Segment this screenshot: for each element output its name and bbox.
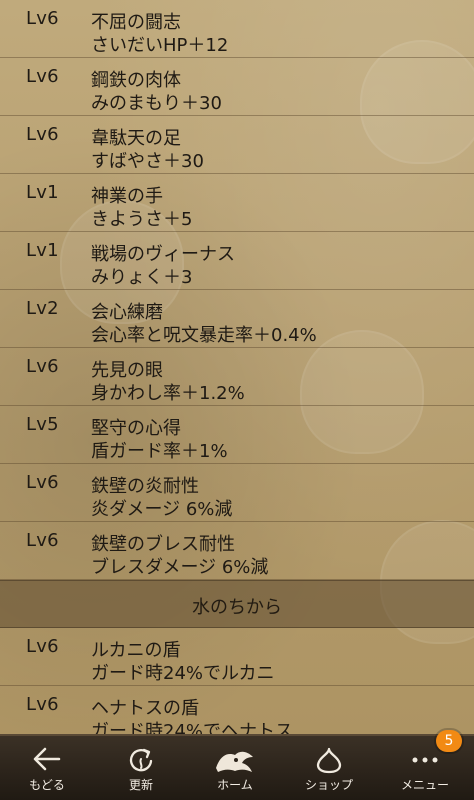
- nav-shop-button[interactable]: ショップ: [282, 736, 376, 800]
- nav-back-label: もどる: [29, 778, 65, 792]
- home-dragon-icon: [216, 751, 253, 772]
- skill-list-panel: Lv6 不屈の闘志 さいだいHP＋12 Lv6 鋼鉄の肉体 みのまもり＋30 L…: [0, 0, 474, 734]
- back-arrow-icon: [33, 747, 61, 771]
- skill-level: Lv6: [26, 66, 59, 87]
- skill-row: Lv2 会心練磨 会心率と呪文暴走率＋0.4%: [0, 290, 474, 348]
- skill-level: Lv6: [26, 124, 59, 145]
- skill-row: Lv5 堅守の心得 盾ガード率＋1%: [0, 406, 474, 464]
- skill-row: Lv6 鉄壁のブレス耐性 ブレスダメージ 6%減: [0, 522, 474, 580]
- skill-effect: みのまもり＋30: [91, 93, 222, 114]
- skill-level: Lv6: [26, 472, 59, 493]
- skill-row: Lv6 鋼鉄の肉体 みのまもり＋30: [0, 58, 474, 116]
- skill-effect: みりょく＋3: [91, 267, 193, 288]
- skill-level: Lv6: [26, 356, 59, 377]
- skill-row: Lv6 ヘナトスの盾 ガード時24%でヘナトス: [0, 686, 474, 734]
- skill-row: Lv6 ルカニの盾 ガード時24%でルカニ: [0, 628, 474, 686]
- skill-effect: ガード時24%でヘナトス: [91, 721, 294, 734]
- skill-level: Lv6: [26, 694, 59, 715]
- skill-level: Lv6: [26, 8, 59, 29]
- skill-row: Lv1 神業の手 きようさ＋5: [0, 174, 474, 232]
- nav-home-label: ホーム: [217, 778, 253, 792]
- skill-effect: 盾ガード率＋1%: [91, 441, 228, 462]
- nav-refresh-label: 更新: [128, 778, 153, 792]
- skill-row: Lv6 鉄壁の炎耐性 炎ダメージ 6%減: [0, 464, 474, 522]
- skill-effect: きようさ＋5: [91, 209, 193, 230]
- section-header-water: 水のちから: [0, 580, 474, 628]
- nav-refresh-button[interactable]: 更新: [94, 736, 188, 800]
- skill-row: Lv6 韋駄天の足 すばやさ＋30: [0, 116, 474, 174]
- skill-effect: ガード時24%でルカニ: [91, 663, 275, 684]
- skill-row: Lv6 先見の眼 身かわし率＋1.2%: [0, 348, 474, 406]
- bottom-navigation-bar: もどる 更新 ホーム ショップ 5 メニュー: [0, 730, 474, 800]
- skill-level: Lv1: [26, 240, 59, 261]
- nav-menu-button[interactable]: 5 メニュー: [376, 730, 474, 800]
- skill-level: Lv6: [26, 636, 59, 657]
- nav-back-button[interactable]: もどる: [0, 736, 94, 800]
- skill-effect: 炎ダメージ 6%減: [91, 499, 233, 520]
- skill-level: Lv2: [26, 298, 59, 319]
- dots-icon: [412, 757, 438, 763]
- section-title: 水のちから: [192, 597, 282, 618]
- refresh-icon: [129, 748, 153, 772]
- nav-shop-label: ショップ: [304, 778, 353, 792]
- skill-effect: さいだいHP＋12: [91, 35, 229, 56]
- skill-row: Lv1 戦場のヴィーナス みりょく＋3: [0, 232, 474, 290]
- skill-effect: すばやさ＋30: [91, 151, 204, 172]
- skill-level: Lv6: [26, 530, 59, 551]
- skill-effect: 会心率と呪文暴走率＋0.4%: [91, 325, 317, 346]
- skill-effect: 身かわし率＋1.2%: [91, 383, 245, 404]
- skill-effect: ブレスダメージ 6%減: [91, 557, 269, 578]
- skill-level: Lv1: [26, 182, 59, 203]
- skill-level: Lv5: [26, 414, 59, 435]
- nav-home-button[interactable]: ホーム: [188, 736, 282, 800]
- skill-row: Lv6 不屈の闘志 さいだいHP＋12: [0, 0, 474, 58]
- nav-menu-label: メニュー: [400, 778, 449, 792]
- slime-icon: [316, 747, 342, 774]
